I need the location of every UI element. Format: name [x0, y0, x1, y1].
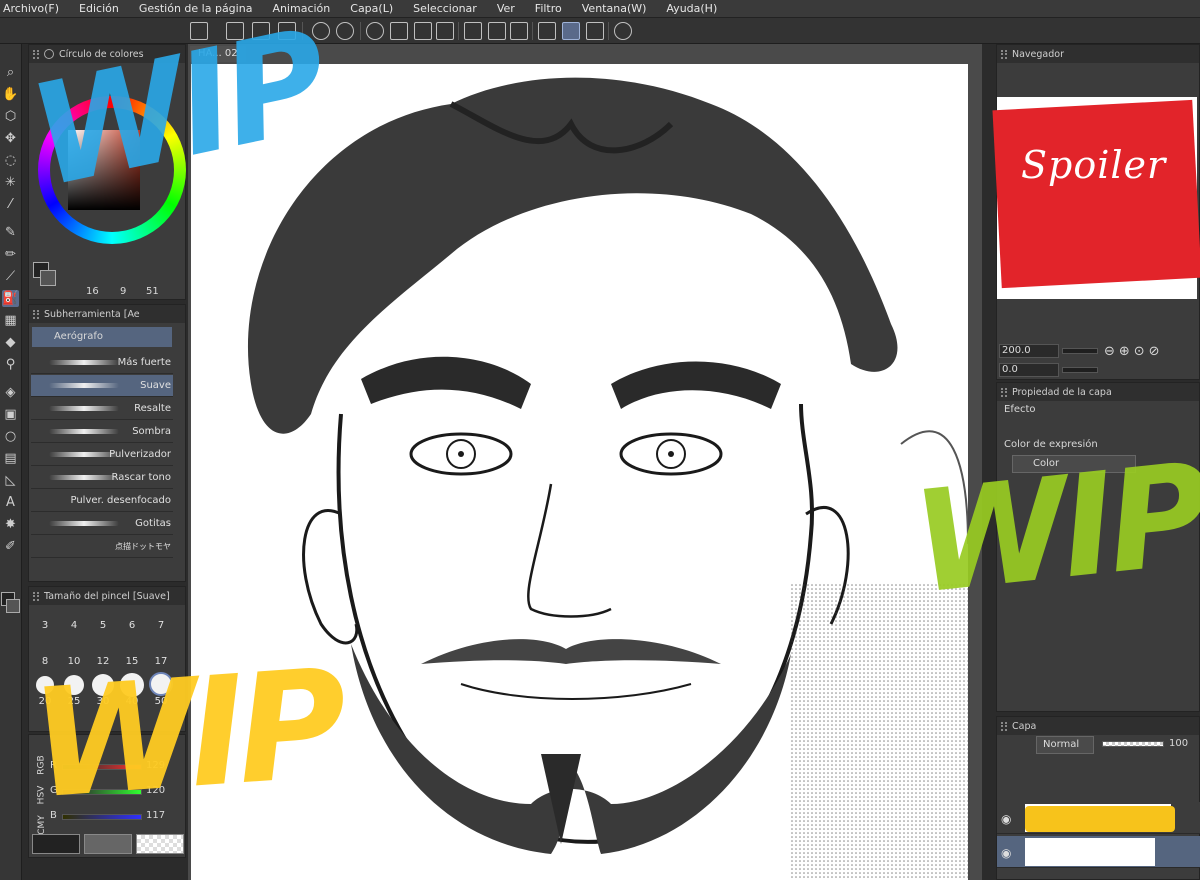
menu-filtro[interactable]: Filtro	[525, 2, 572, 15]
secondary-color-swatch[interactable]	[40, 270, 56, 286]
brush-tool-icon[interactable]: ⟋	[2, 268, 19, 285]
zoom-field[interactable]: 200.0	[999, 344, 1059, 358]
selection-border-icon[interactable]	[510, 22, 528, 40]
tool-bar: ⌕ ✋ ⬡ ✥ ◌ ✳ ⁄ ✎ ✏ ⟋ ⛽ ▦ ◆ ⚲ ◈ ▣ ○ ▤ ◺ A …	[0, 44, 22, 880]
color-set-sub[interactable]	[84, 834, 132, 854]
zoom-slider[interactable]	[1062, 348, 1098, 354]
subtool-title: Subherramienta [Ae	[44, 308, 140, 320]
stamp-tool-icon[interactable]: ⚲	[2, 356, 19, 373]
ruler-icon[interactable]	[538, 22, 556, 40]
spoiler-overlay	[992, 99, 1200, 289]
balloon-tool-icon[interactable]: ✸	[2, 516, 19, 533]
snap-icon[interactable]	[562, 22, 580, 40]
hand-tool-icon[interactable]: ✋	[2, 86, 19, 103]
brush-item[interactable]: Pulverizador	[31, 444, 173, 466]
layer-row-selected[interactable]: ◉	[997, 836, 1200, 868]
brush-item[interactable]: Más fuerte	[31, 352, 173, 374]
zoom-controls[interactable]: ⊖⊕⊙⊘	[1104, 344, 1164, 359]
color-set-main[interactable]	[32, 834, 80, 854]
brush-item-selected[interactable]: Suave	[31, 375, 173, 397]
operation-tool-icon[interactable]: ⬡	[2, 108, 19, 125]
pen-tool-icon[interactable]: ✎	[2, 224, 19, 241]
blend-mode-dropdown[interactable]: Normal	[1036, 736, 1094, 754]
eye-icon[interactable]: ◉	[1001, 812, 1011, 826]
navigator-preview[interactable]: Spoiler	[992, 97, 1200, 299]
menu-capa[interactable]: Capa(L)	[340, 2, 403, 15]
brush-size-option[interactable]: 5	[89, 620, 117, 631]
navigator-header: Navegador	[997, 45, 1199, 63]
eyedropper-icon[interactable]: ⁄	[2, 196, 19, 213]
menu-bar: Archivo(F) Edición Gestión de la página …	[0, 0, 1200, 18]
brush-item[interactable]: Pulver. desenfocado	[31, 490, 173, 512]
ruler-tool-icon[interactable]: ◺	[2, 472, 19, 489]
layer-property-title: Propiedad de la capa	[1012, 386, 1112, 398]
brush-item[interactable]: Resalte	[31, 398, 173, 420]
invert-selection-icon[interactable]	[488, 22, 506, 40]
eraser-tool-icon[interactable]: ◆	[2, 334, 19, 351]
transform-icon[interactable]	[436, 22, 454, 40]
fill-tool-icon[interactable]: ◈	[2, 384, 19, 401]
brush-size-header: Tamaño del pincel [Suave]	[29, 587, 185, 605]
wip-watermark-green: WIP	[906, 433, 1200, 626]
undo-icon[interactable]	[312, 22, 330, 40]
layer-row[interactable]: ◉	[997, 802, 1200, 834]
brush-item[interactable]: Rascar tono	[31, 467, 173, 489]
layer-property-header: Propiedad de la capa	[997, 383, 1199, 401]
brush-size-option[interactable]: 7	[147, 620, 175, 631]
brush-size-title: Tamaño del pincel [Suave]	[44, 590, 170, 602]
rotation-field[interactable]: 0.0	[999, 363, 1059, 377]
menu-seleccionar[interactable]: Seleccionar	[403, 2, 487, 15]
menu-archivo[interactable]: Archivo(F)	[0, 2, 69, 15]
sub-color-swatch[interactable]	[6, 599, 20, 613]
layer-header: Capa	[997, 717, 1199, 735]
censor-overlay	[1025, 806, 1175, 832]
color-value-2: 9	[120, 286, 127, 297]
fill-icon[interactable]	[414, 22, 432, 40]
clear-icon[interactable]	[390, 22, 408, 40]
effect-label: Efecto	[1004, 404, 1036, 415]
subtool-header: Subherramienta [Ae	[29, 305, 185, 323]
redo-icon[interactable]	[336, 22, 354, 40]
menu-edicion[interactable]: Edición	[69, 2, 129, 15]
opacity-value[interactable]: 100	[1169, 738, 1188, 749]
magic-wand-icon[interactable]: ✳	[2, 174, 19, 191]
move-tool-icon[interactable]: ✥	[2, 130, 19, 147]
loading-icon[interactable]	[366, 22, 384, 40]
gradient-tool-icon[interactable]: ▣	[2, 406, 19, 423]
brush-item[interactable]: Sombra	[31, 421, 173, 443]
airbrush-tool-icon[interactable]: ⛽	[2, 290, 19, 307]
subtool-group-tab[interactable]: Aerógrafo	[32, 327, 172, 347]
menu-ver[interactable]: Ver	[487, 2, 525, 15]
brush-item[interactable]: 点描ドットモヤ	[31, 536, 173, 558]
layer-thumbnail	[1025, 838, 1155, 866]
zoom-tool-icon[interactable]: ⌕	[2, 64, 19, 81]
color-value-3: 51	[146, 286, 159, 297]
snap-grid-icon[interactable]	[586, 22, 604, 40]
shape-tool-icon[interactable]: ○	[2, 428, 19, 445]
brush-size-option[interactable]: 3	[31, 620, 59, 631]
opacity-slider[interactable]	[1102, 741, 1164, 747]
brush-item[interactable]: Gotitas	[31, 513, 173, 535]
brush-size-option[interactable]: 4	[60, 620, 88, 631]
layer-title: Capa	[1012, 720, 1037, 732]
spoiler-text: Spoiler	[1021, 143, 1167, 187]
decoration-tool-icon[interactable]: ▦	[2, 312, 19, 329]
rotation-slider[interactable]	[1062, 367, 1098, 373]
color-set-transparent[interactable]	[136, 834, 184, 854]
wip-watermark-yellow: WIP	[26, 637, 345, 833]
pencil-tool-icon[interactable]: ✏	[2, 246, 19, 263]
menu-ventana[interactable]: Ventana(W)	[572, 2, 657, 15]
correct-line-icon[interactable]: ✐	[2, 538, 19, 555]
text-tool-icon[interactable]: A	[2, 494, 19, 511]
frame-tool-icon[interactable]: ▤	[2, 450, 19, 467]
menu-ayuda[interactable]: Ayuda(H)	[656, 2, 727, 15]
eye-icon[interactable]: ◉	[1001, 846, 1011, 860]
lasso-tool-icon[interactable]: ◌	[2, 152, 19, 169]
deselect-icon[interactable]	[464, 22, 482, 40]
color-value-1: 16	[86, 286, 99, 297]
navigator-title: Navegador	[1012, 48, 1064, 60]
help-icon[interactable]	[614, 22, 632, 40]
brush-size-option[interactable]: 6	[118, 620, 146, 631]
